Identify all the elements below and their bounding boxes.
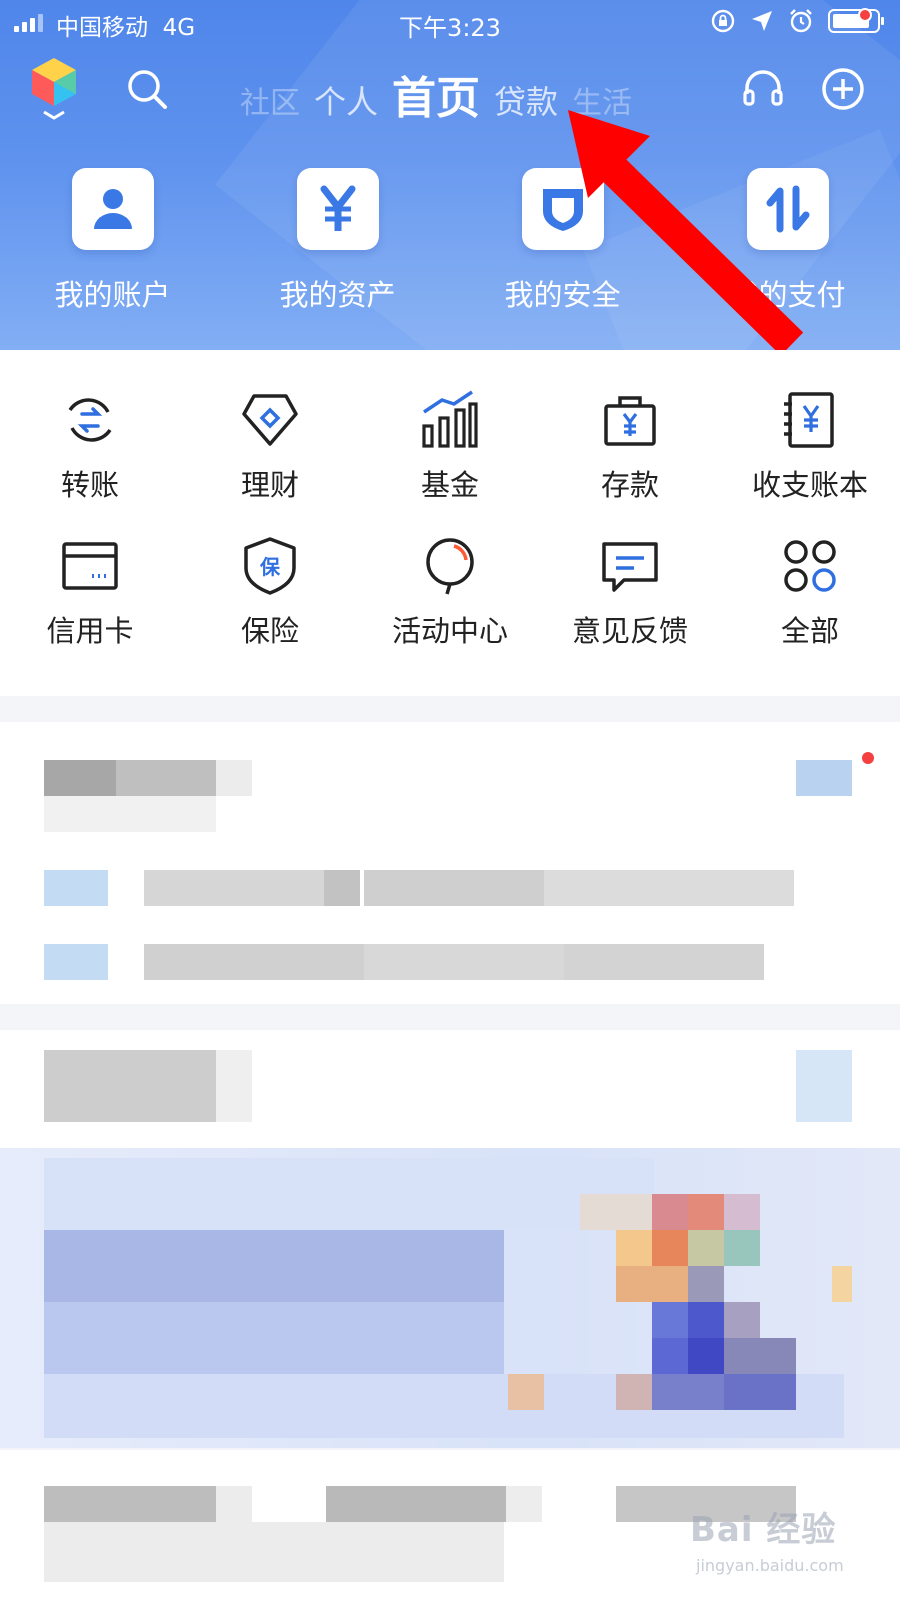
pixelated-overlay: [0, 0, 900, 1600]
watermark-url: jingyan.baidu.com: [696, 1556, 844, 1575]
watermark-logo: Bai 经验: [690, 1510, 837, 1550]
watermark: Bai 经验 jingyan.baidu.com: [690, 1500, 870, 1590]
